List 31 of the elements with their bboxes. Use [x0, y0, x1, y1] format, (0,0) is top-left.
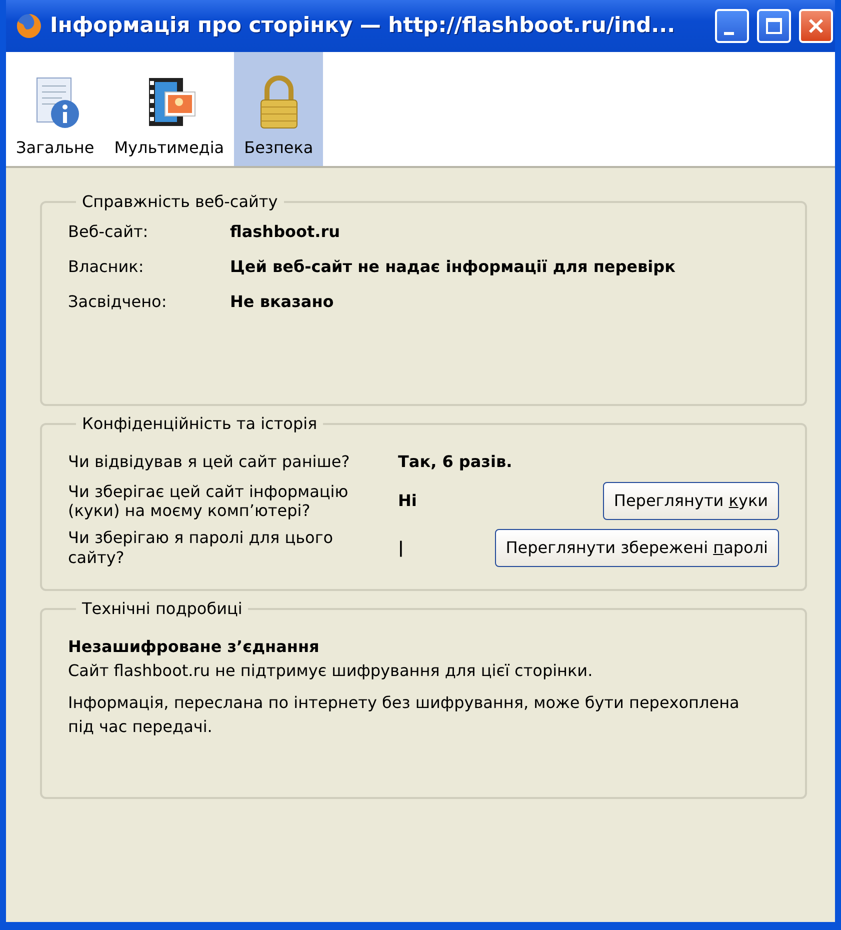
answer-text: Ні: [398, 490, 418, 512]
toolbar-tab[interactable]: Безпека: [234, 52, 324, 166]
description-text: Сайт flashboot.ru не підтримує шифрування для цієї сторінки.: [68, 660, 594, 682]
window-title: Інформація про сторінку — http://flashboot.ru/ind...: [50, 12, 676, 40]
toolbar-tab[interactable]: Мультимедіа: [104, 52, 234, 166]
maximize-icon: [764, 16, 784, 36]
group-title: Технічні подробиці: [81, 600, 244, 617]
browser-logo-icon: [16, 13, 42, 39]
close-icon: [806, 16, 826, 36]
view-button[interactable]: Переглянути куки: [602, 482, 779, 520]
field-label: Засвідчено:: [68, 291, 168, 313]
toolbar-tab[interactable]: Загальне: [6, 52, 104, 166]
question-text: Чи відвідував я цей сайт раніше?: [68, 452, 351, 472]
connection-heading: Незашифроване з’єднання: [68, 636, 320, 658]
field-label: Власник:: [68, 256, 145, 278]
close-button[interactable]: [799, 9, 833, 43]
minimize-button[interactable]: [715, 9, 749, 43]
field-label: Веб-сайт:: [68, 221, 150, 243]
group-title: Конфіденційність та історія: [81, 416, 318, 432]
minimize-icon: [724, 32, 734, 34]
group-title: Справжність веб-сайту: [81, 194, 279, 210]
field-value: Не вказано: [230, 291, 334, 313]
answer-text: Так, 6 разів.: [398, 451, 514, 473]
question-text: Чи зберігає цей сайт інформацію (куки) на моєму комп’ютері?: [68, 482, 350, 520]
maximize-button[interactable]: [757, 9, 791, 43]
question-text: Чи зберігаю я паролі для цього сайту?: [68, 528, 334, 567]
view-button[interactable]: Переглянути збережені паролі: [494, 528, 779, 567]
field-value: flashboot.ru: [230, 221, 340, 243]
field-value: Цей веб-сайт не надає інформації для перевірк: [230, 256, 676, 278]
description-text: Інформація, переслана по інтернету без шифрування, може бути перехоплена під час передачі.: [68, 692, 740, 738]
answer-text: |: [398, 536, 405, 559]
